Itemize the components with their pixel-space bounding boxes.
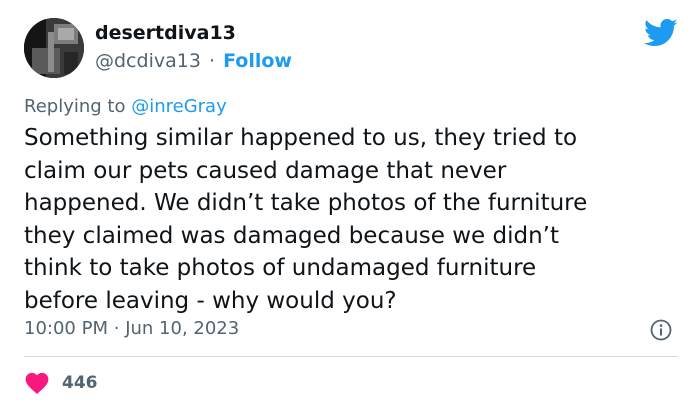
tweet-text-line: happened. We didn’t take photos of the f… [24, 190, 588, 216]
avatar-photo [24, 18, 84, 78]
tweet-text-line: Something similar happened to us, they t… [24, 125, 578, 151]
handle-separator: · [208, 50, 216, 72]
tweet-text-line: claim our pets caused damage that never [24, 157, 507, 184]
replying-to-user-link[interactable]: @inreGray [131, 96, 227, 117]
twitter-bird-icon[interactable] [644, 18, 678, 48]
tweet-text-line: they claimed was damaged because we didn… [24, 222, 559, 249]
avatar[interactable] [24, 18, 84, 78]
author-handle-row: @dcdiva13 · Follow [95, 50, 292, 72]
author-handle[interactable]: @dcdiva13 [95, 50, 201, 72]
heart-icon[interactable] [24, 371, 50, 395]
like-count: 446 [62, 373, 98, 393]
author-display-name[interactable]: desertdiva13 [95, 22, 236, 44]
follow-button[interactable]: Follow [223, 50, 292, 72]
replying-to-label: Replying to [24, 96, 126, 117]
tweet-text-line: before leaving - why would you? [24, 287, 397, 314]
tweet-text-line: think to take photos of undamaged furnit… [24, 255, 537, 281]
tweet-card: desertdiva13 @dcdiva13 · Follow Replying… [0, 0, 700, 410]
divider [24, 356, 678, 357]
tweet-time: 10:00 PM [24, 318, 108, 339]
tweet-date: Jun 10, 2023 [125, 318, 240, 339]
info-icon[interactable] [650, 319, 672, 341]
timestamp-separator: · [113, 318, 120, 339]
tweet-timestamp[interactable]: 10:00 PM · Jun 10, 2023 [24, 318, 239, 339]
tweet-text: Something similar happened to us, they t… [24, 122, 674, 317]
replying-to: Replying to @inreGray [24, 96, 227, 117]
